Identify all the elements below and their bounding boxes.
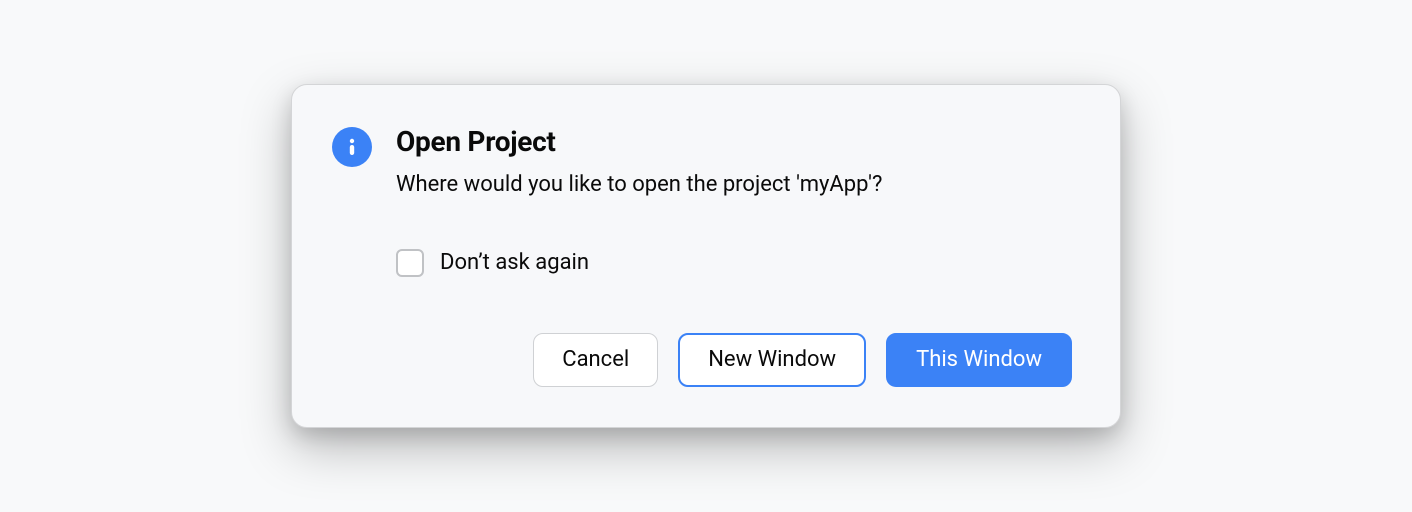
- open-project-dialog: Open Project Where would you like to ope…: [291, 84, 1121, 428]
- dialog-message: Where would you like to open the project…: [396, 170, 1072, 201]
- new-window-button[interactable]: New Window: [678, 333, 866, 387]
- cancel-button[interactable]: Cancel: [533, 333, 658, 387]
- dialog-content: Open Project Where would you like to ope…: [396, 125, 1072, 201]
- this-window-button[interactable]: This Window: [886, 333, 1072, 387]
- info-icon: [332, 127, 372, 167]
- dont-ask-again-row: Don’t ask again: [396, 249, 1072, 277]
- dialog-header: Open Project Where would you like to ope…: [332, 125, 1072, 201]
- dont-ask-again-checkbox[interactable]: [396, 249, 424, 277]
- dialog-buttons: Cancel New Window This Window: [332, 333, 1072, 387]
- dialog-title: Open Project: [396, 125, 1072, 158]
- dont-ask-again-label[interactable]: Don’t ask again: [440, 250, 589, 275]
